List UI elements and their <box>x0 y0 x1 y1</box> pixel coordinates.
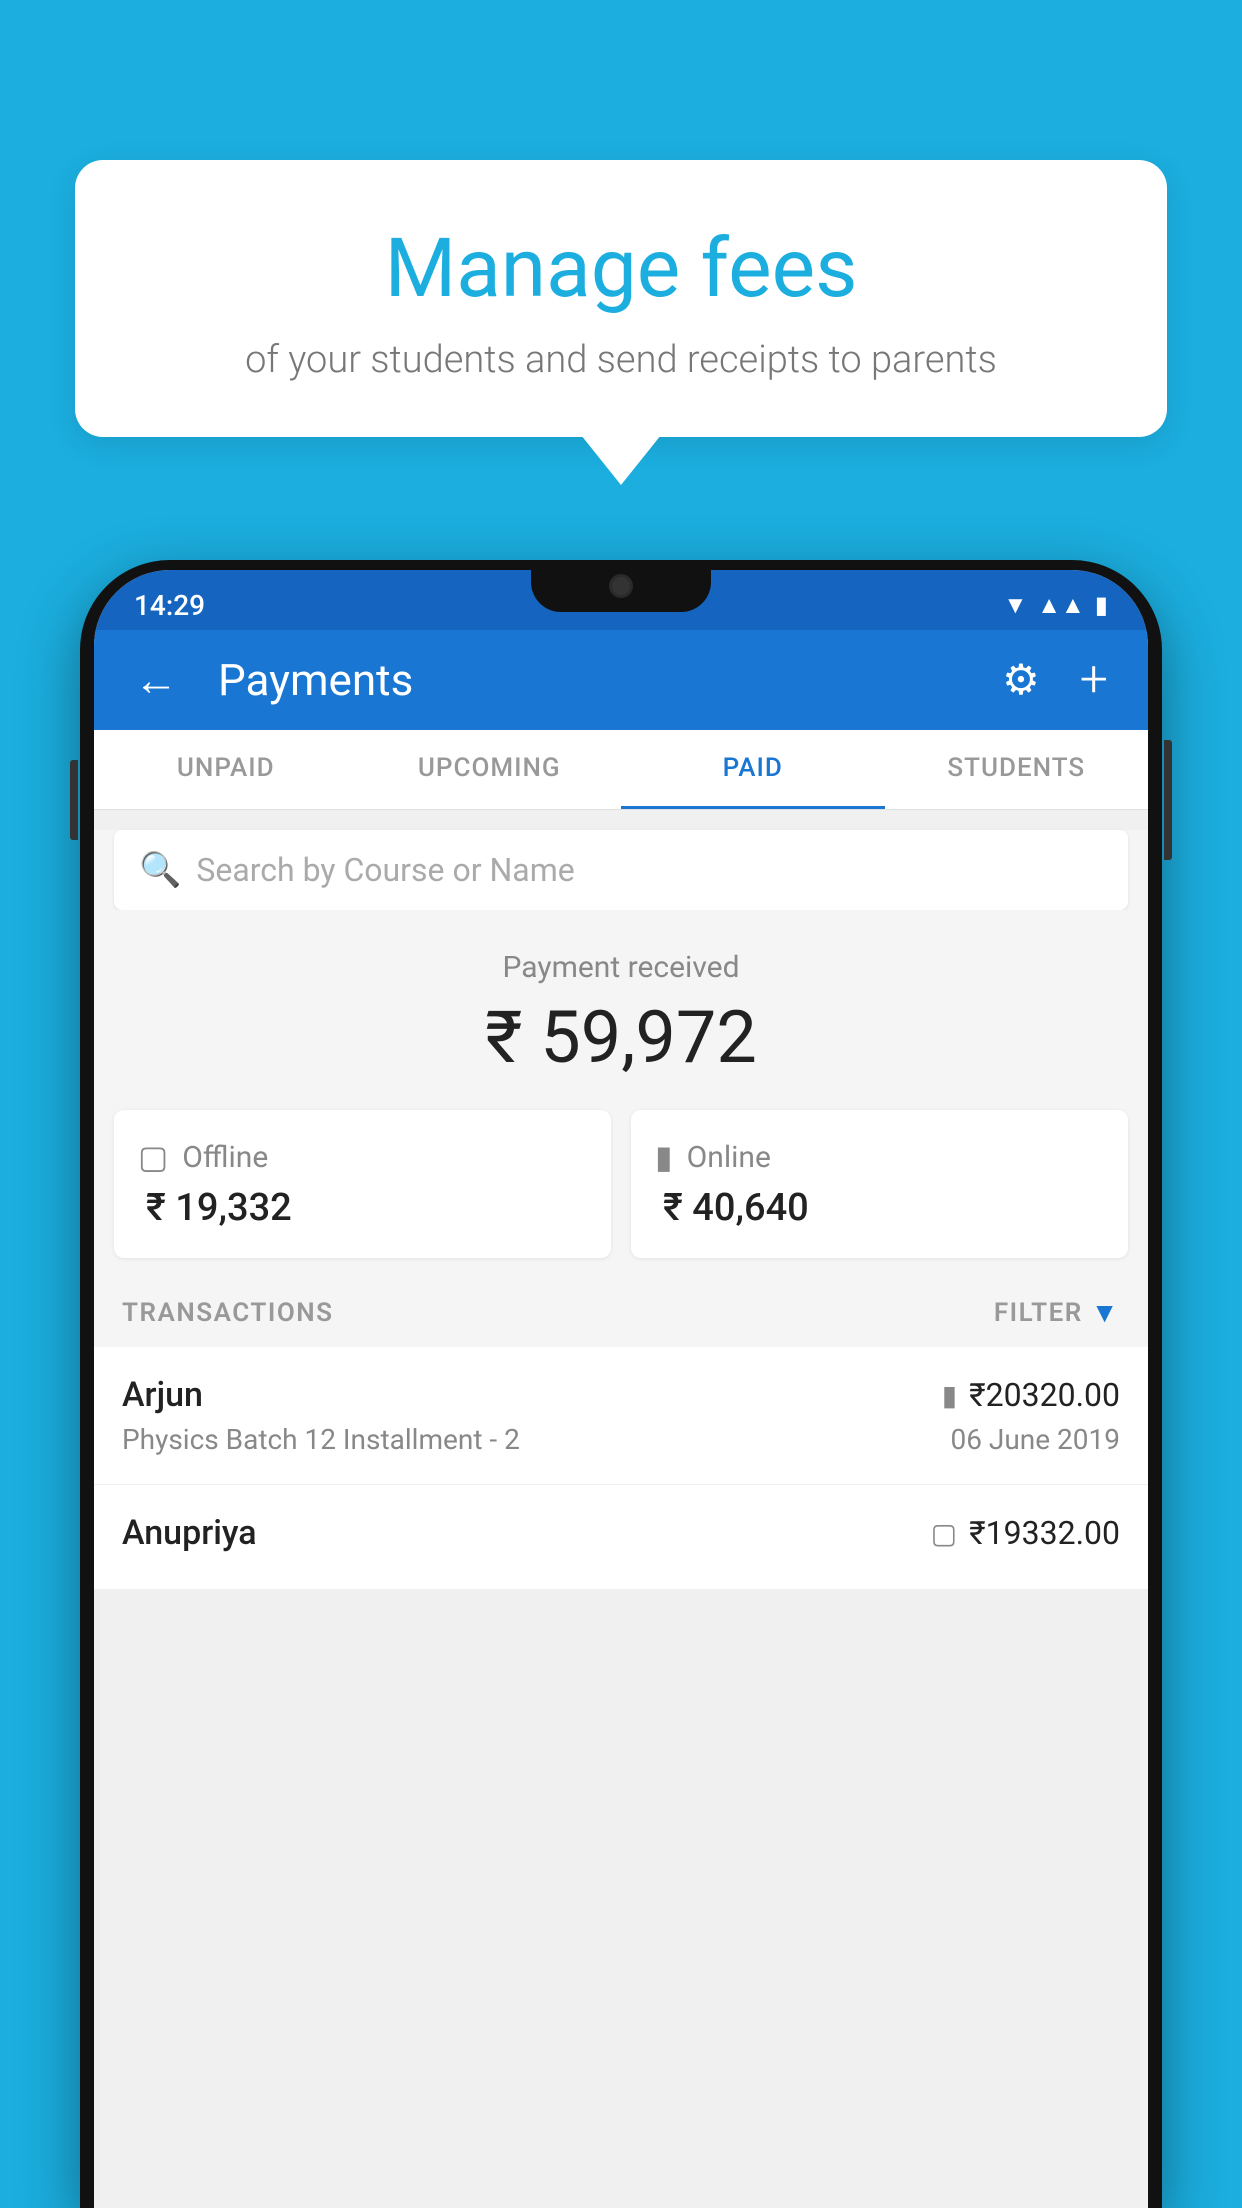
page-title: Payments <box>218 654 972 706</box>
amount-wrapper: ▢ ₹19332.00 <box>931 1514 1120 1552</box>
add-button[interactable]: + <box>1070 641 1118 719</box>
student-name: Anupriya <box>122 1513 257 1553</box>
transactions-label: TRANSACTIONS <box>122 1298 334 1328</box>
online-amount: ₹ 40,640 <box>655 1186 1104 1230</box>
filter-icon: ▼ <box>1091 1296 1120 1329</box>
transaction-top-row: Anupriya ▢ ₹19332.00 <box>122 1513 1120 1553</box>
table-row[interactable]: Arjun ▮ ₹20320.00 Physics Batch 12 Insta… <box>94 1347 1148 1485</box>
status-icons: ▼ ▲▲ ▮ <box>1004 591 1109 620</box>
wifi-icon: ▼ <box>1004 591 1028 620</box>
filter-button[interactable]: FILTER ▼ <box>994 1296 1120 1329</box>
speech-bubble: Manage fees of your students and send re… <box>75 160 1167 437</box>
table-row[interactable]: Anupriya ▢ ₹19332.00 <box>94 1485 1148 1590</box>
offline-icon: ▢ <box>138 1138 168 1176</box>
battery-icon: ▮ <box>1095 591 1108 619</box>
amount-wrapper: ▮ ₹20320.00 <box>942 1376 1120 1414</box>
search-bar[interactable]: 🔍 Search by Course or Name <box>114 830 1128 910</box>
bubble-title: Manage fees <box>125 220 1117 318</box>
phone-screen: 14:29 ▼ ▲▲ ▮ ← Payments ⚙ + UNPAID UPCOM… <box>94 570 1148 2208</box>
phone-notch <box>531 560 711 612</box>
payment-received-amount: ₹ 59,972 <box>114 995 1128 1080</box>
offline-label: Offline <box>182 1140 268 1175</box>
status-time: 14:29 <box>134 589 205 622</box>
student-name: Arjun <box>122 1375 203 1415</box>
offline-amount: ₹ 19,332 <box>138 1186 587 1230</box>
payment-type-icon: ▮ <box>942 1379 957 1412</box>
filter-label: FILTER <box>994 1298 1083 1328</box>
search-icon: 🔍 <box>139 850 181 890</box>
transaction-amount: ₹19332.00 <box>969 1514 1120 1552</box>
transaction-top-row: Arjun ▮ ₹20320.00 <box>122 1375 1120 1415</box>
offline-payment-card: ▢ Offline ₹ 19,332 <box>114 1110 611 1258</box>
tab-students[interactable]: STUDENTS <box>885 730 1149 809</box>
front-camera <box>609 574 633 598</box>
tab-paid[interactable]: PAID <box>621 730 885 809</box>
transaction-amount: ₹20320.00 <box>969 1376 1120 1414</box>
search-placeholder: Search by Course or Name <box>196 851 574 889</box>
online-label: Online <box>687 1140 771 1175</box>
transaction-date: 06 June 2019 <box>950 1423 1120 1456</box>
transaction-bottom-row: Physics Batch 12 Installment - 2 06 June… <box>122 1423 1120 1456</box>
signal-icon: ▲▲ <box>1037 591 1085 620</box>
phone-frame: 14:29 ▼ ▲▲ ▮ ← Payments ⚙ + UNPAID UPCOM… <box>80 560 1162 2208</box>
payment-type-icon: ▢ <box>931 1517 957 1550</box>
tab-upcoming[interactable]: UPCOMING <box>358 730 622 809</box>
tab-unpaid[interactable]: UNPAID <box>94 730 358 809</box>
volume-button <box>70 760 78 840</box>
bubble-subtitle: of your students and send receipts to pa… <box>125 338 1117 382</box>
tabs-bar: UNPAID UPCOMING PAID STUDENTS <box>94 730 1148 810</box>
offline-card-header: ▢ Offline <box>138 1138 587 1176</box>
payment-received-label: Payment received <box>114 950 1128 985</box>
back-button[interactable]: ← <box>124 644 188 716</box>
power-button <box>1164 740 1172 860</box>
course-name: Physics Batch 12 Installment - 2 <box>122 1423 520 1456</box>
online-card-header: ▮ Online <box>655 1138 1104 1176</box>
online-icon: ▮ <box>655 1138 673 1176</box>
content-area: 🔍 Search by Course or Name Payment recei… <box>94 830 1148 1590</box>
app-header: ← Payments ⚙ + <box>94 630 1148 730</box>
payment-received-section: Payment received ₹ 59,972 <box>94 910 1148 1110</box>
settings-icon[interactable]: ⚙ <box>992 645 1050 715</box>
online-payment-card: ▮ Online ₹ 40,640 <box>631 1110 1128 1258</box>
transactions-header: TRANSACTIONS FILTER ▼ <box>94 1278 1148 1347</box>
payment-cards: ▢ Offline ₹ 19,332 ▮ Online ₹ 40,640 <box>94 1110 1148 1278</box>
